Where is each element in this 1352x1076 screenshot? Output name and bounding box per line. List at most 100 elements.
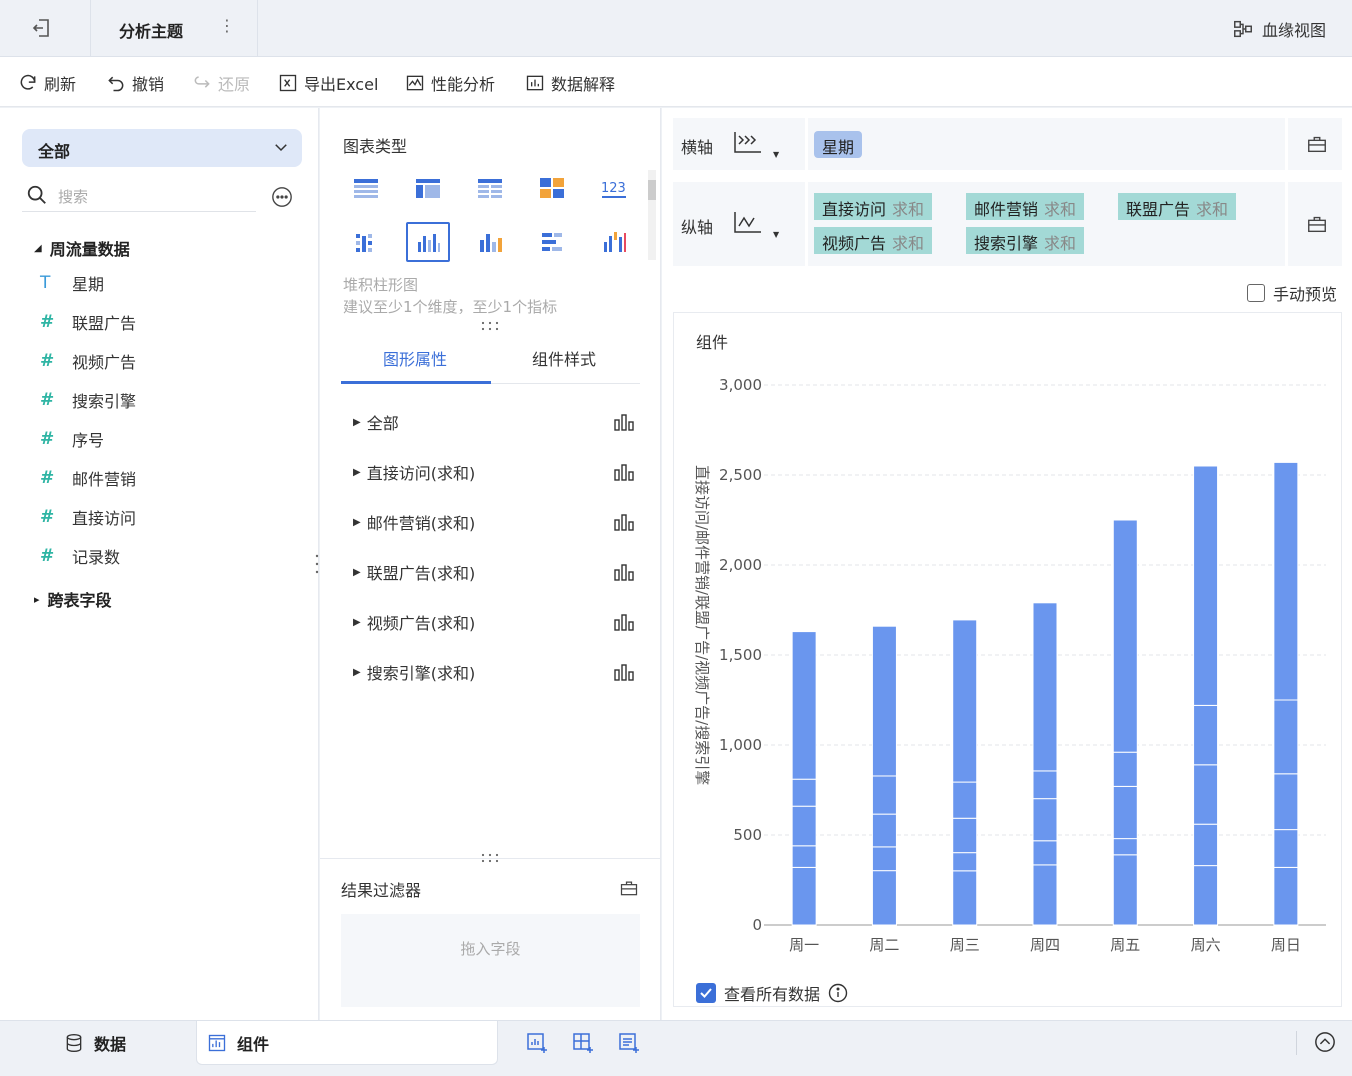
- property-row-all[interactable]: ▶ 全部: [353, 410, 635, 434]
- analysis-tab[interactable]: 分析主题 ⋮: [90, 0, 258, 57]
- component-card: 组件 0 500 1,000 1,500 2,000 2,500 3,000 周一 周二 周三 周四…: [673, 312, 1342, 1007]
- y-axis-icon[interactable]: [731, 208, 765, 238]
- field-item[interactable]: # 联盟广告: [40, 310, 136, 334]
- caret-right-icon: ▶: [353, 566, 361, 578]
- axis-settings-icon[interactable]: [1306, 213, 1328, 235]
- collapse-up-icon[interactable]: [1314, 1031, 1336, 1053]
- field-item[interactable]: # 搜索引擎: [40, 388, 136, 412]
- data-explain-button[interactable]: 数据解释: [525, 71, 615, 95]
- bar-chart-icon[interactable]: [530, 222, 574, 262]
- tab-component-style[interactable]: 组件样式: [532, 346, 596, 370]
- refresh-button[interactable]: 刷新: [18, 71, 76, 95]
- bar-style-icon[interactable]: [613, 462, 635, 482]
- redo-button[interactable]: 还原: [192, 71, 250, 95]
- field-item[interactable]: # 序号: [40, 427, 104, 451]
- field-item[interactable]: # 视频广告: [40, 349, 136, 373]
- y-axis-fields[interactable]: 直接访问 求和 邮件营销 求和 联盟广告 求和 视频广告 求和 搜索引擎 求和: [805, 182, 1288, 266]
- multi-column-chart-icon[interactable]: [592, 222, 636, 262]
- bar-segment: [871, 625, 897, 777]
- column-chart-icon[interactable]: [468, 222, 512, 262]
- exit-icon[interactable]: [30, 16, 58, 42]
- component-tab-label: 组件: [237, 1034, 270, 1054]
- add-text-component-icon[interactable]: [617, 1031, 641, 1055]
- property-row-direct[interactable]: ▶ 直接访问(求和): [353, 460, 635, 484]
- chart-type-scrollbar[interactable]: [648, 170, 656, 260]
- bar-style-icon[interactable]: [613, 562, 635, 582]
- more-vertical-icon[interactable]: ⋮: [219, 16, 235, 35]
- x-axis-icon[interactable]: [731, 128, 765, 158]
- view-all-checkbox[interactable]: [696, 983, 716, 1003]
- data-tab[interactable]: 数据: [64, 1021, 126, 1065]
- property-row-affiliate[interactable]: ▶ 联盟广告(求和): [353, 560, 635, 584]
- x-axis-fields[interactable]: 星期: [805, 118, 1288, 170]
- caret-down-icon[interactable]: ▼: [773, 150, 779, 159]
- lineage-view-button[interactable]: 血缘视图: [1232, 17, 1326, 41]
- field-search-input[interactable]: 搜索: [22, 180, 256, 212]
- x-field-pill[interactable]: 星期: [814, 131, 863, 158]
- grouped-table-icon[interactable]: [344, 222, 388, 262]
- tree-group-cross-table[interactable]: ▸ 跨表字段: [34, 587, 112, 611]
- y-field-pill[interactable]: 联盟广告 求和: [1118, 193, 1237, 220]
- stacked-column-chart: 0 500 1,000 1,500 2,000 2,500 3,000 周一 周二 周三 周四 周五 周…: [693, 376, 1326, 954]
- manual-preview-checkbox[interactable]: [1247, 284, 1265, 302]
- stacked-column-chart-icon[interactable]: [406, 222, 450, 262]
- bar-style-icon[interactable]: [613, 662, 635, 682]
- record-count-icon: #: [40, 546, 55, 566]
- bar-style-icon[interactable]: [613, 412, 635, 432]
- x-axis-label: 横轴: [681, 138, 714, 157]
- number-chart-icon[interactable]: 123: [592, 168, 636, 208]
- view-all-label: 查看所有数据: [724, 985, 821, 1004]
- component-tab[interactable]: 组件: [196, 1021, 498, 1065]
- filter-drop-zone[interactable]: 拖入字段: [341, 914, 640, 1007]
- performance-button[interactable]: 性能分析: [405, 71, 495, 95]
- y-tick-label: 500: [733, 826, 762, 844]
- x-axis-row: 横轴 ▼ 星期: [673, 118, 1342, 170]
- kpi-card-icon[interactable]: [530, 168, 574, 208]
- chart-requirement-hint: 建议至少1个维度，至少1个指标: [343, 298, 558, 316]
- bar-style-icon[interactable]: [613, 612, 635, 632]
- bar-segment: [1193, 823, 1219, 867]
- table-chart-icon[interactable]: [344, 168, 388, 208]
- x-tick-label: 周四: [1030, 936, 1060, 954]
- caret-down-icon[interactable]: ▼: [773, 230, 779, 239]
- cross-table-icon[interactable]: [406, 168, 450, 208]
- field-item[interactable]: # 记录数: [40, 544, 120, 568]
- y-field-pill[interactable]: 视频广告 求和: [814, 227, 933, 254]
- view-all-data-toggle[interactable]: 查看所有数据: [696, 981, 848, 1005]
- analysis-tab-title: 分析主题: [119, 22, 184, 41]
- add-cross-table-icon[interactable]: [571, 1031, 595, 1055]
- caret-right-icon: ▶: [353, 666, 361, 678]
- y-field-pill[interactable]: 邮件营销 求和: [966, 193, 1085, 220]
- property-row-video[interactable]: ▶ 视频广告(求和): [353, 610, 635, 634]
- bar-style-icon[interactable]: [613, 512, 635, 532]
- y-tick-label: 1,500: [719, 646, 762, 664]
- property-row-search[interactable]: ▶ 搜索引擎(求和): [353, 660, 635, 684]
- manual-preview-toggle[interactable]: 手动预览: [1247, 281, 1337, 305]
- y-field-pill[interactable]: 搜索引擎 求和: [966, 227, 1085, 254]
- field-item[interactable]: # 直接访问: [40, 505, 136, 529]
- axis-settings-icon[interactable]: [1306, 133, 1328, 155]
- field-item[interactable]: # 邮件营销: [40, 466, 136, 490]
- filter-settings-icon[interactable]: [619, 878, 639, 898]
- tab-graphic-properties[interactable]: 图形属性: [383, 346, 447, 370]
- bar-segment: [1112, 854, 1138, 926]
- detail-table-icon[interactable]: [468, 168, 512, 208]
- undo-label: 撤销: [132, 75, 165, 94]
- table-selector[interactable]: 全部: [22, 129, 302, 167]
- property-label: 视频广告(求和): [366, 614, 476, 633]
- selected-chart-name: 堆积柱形图: [343, 276, 419, 294]
- top-bar: 分析主题 ⋮ 血缘视图: [0, 0, 1352, 57]
- y-field-pill[interactable]: 直接访问 求和: [814, 193, 933, 220]
- info-icon[interactable]: [828, 983, 848, 1003]
- active-tab-indicator: [341, 381, 491, 384]
- field-item[interactable]: T 星期: [40, 271, 104, 295]
- tree-group-weekly-traffic[interactable]: ◢ 周流量数据: [34, 236, 130, 260]
- add-chart-icon[interactable]: [525, 1031, 549, 1055]
- export-excel-button[interactable]: 导出Excel: [278, 71, 378, 95]
- field-label: 搜索引擎: [72, 392, 137, 411]
- undo-button[interactable]: 撤销: [106, 71, 164, 95]
- caret-right-icon: ▶: [353, 516, 361, 528]
- number-type-icon: #: [40, 351, 55, 371]
- property-row-email[interactable]: ▶ 邮件营销(求和): [353, 510, 635, 534]
- more-options-icon[interactable]: [271, 186, 293, 208]
